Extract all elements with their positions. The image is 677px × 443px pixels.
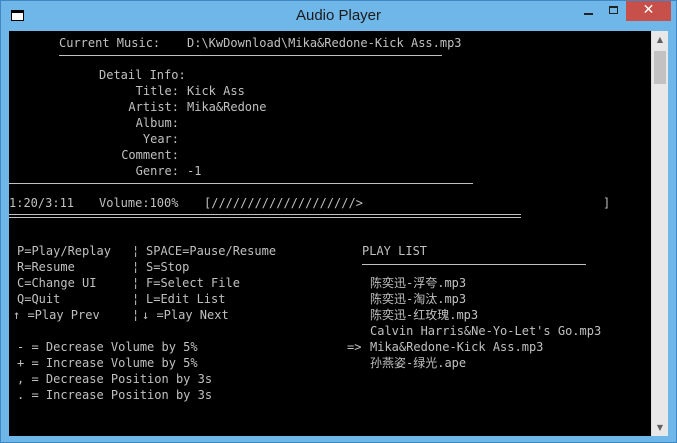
detail-info-header: Detail Info: [99, 68, 186, 82]
minimize-icon [584, 13, 593, 15]
help-play-replay: P=Play/Replay [17, 244, 111, 258]
detail-title-label: Title: [135, 84, 179, 98]
window-title: Audio Player [295, 7, 382, 24]
detail-genre-value: -1 [187, 164, 202, 178]
playlist-item[interactable]: 陈奕迅-浮夸.mp3 [370, 275, 466, 291]
playlist-item[interactable]: 孙燕姿-绿光.ape [370, 355, 466, 371]
app-window: Audio Player ✕ Current Music: D:\KwDownl… [0, 0, 677, 443]
help-separator: ¦ [132, 260, 140, 274]
help-decrease-position: , = Decrease Position by 3s [17, 372, 213, 386]
minimize-button[interactable] [576, 1, 602, 21]
close-button[interactable]: ✕ [626, 1, 671, 21]
help-play-prev: ↑ =Play Prev [13, 308, 100, 322]
maximize-icon [609, 6, 618, 14]
help-separator: ¦ [132, 308, 140, 322]
volume-level: Volume:100% [99, 196, 179, 210]
progress-bar: [////////////////////> [204, 196, 363, 210]
current-music-path: D:\KwDownload\Mika&Redone-Kick Ass.mp3 [187, 36, 462, 50]
playlist-item[interactable]: 陈奕迅-红玫瑰.mp3 [370, 307, 478, 323]
scroll-down-icon[interactable]: ▼ [652, 419, 668, 436]
help-decrease-volume: - = Decrease Volume by 5% [17, 340, 198, 354]
detail-title-value: Kick Ass [187, 84, 245, 98]
playlist-divider [362, 264, 586, 265]
playback-time: 1:20/3:11 [9, 196, 75, 210]
help-pause-resume: SPACE=Pause/Resume [146, 244, 277, 258]
scrollbar-thumb[interactable] [654, 51, 666, 84]
playlist-header: PLAY LIST [362, 244, 428, 258]
help-select-file: F=Select File [146, 276, 240, 290]
help-edit-list: L=Edit List [146, 292, 226, 306]
help-play-next: ↓ =Play Next [142, 308, 229, 322]
help-increase-position: . = Increase Position by 3s [17, 388, 213, 402]
detail-artist-label: Artist: [128, 100, 179, 114]
console-area[interactable]: Current Music: D:\KwDownload\Mika&Redone… [9, 31, 651, 436]
divider-status-top [9, 183, 473, 184]
detail-year-label: Year: [142, 132, 179, 146]
help-resume: R=Resume [17, 260, 75, 274]
current-track-marker: => [347, 340, 362, 354]
help-separator: ¦ [132, 244, 140, 258]
title-bar[interactable]: Audio Player ✕ [1, 1, 676, 31]
progress-bar-end: ] [603, 196, 611, 210]
playlist-item[interactable]: 陈奕迅-淘汰.mp3 [370, 291, 466, 307]
divider-status-bottom [9, 214, 521, 218]
scroll-up-icon[interactable]: ▲ [652, 31, 668, 48]
help-separator: ¦ [132, 276, 140, 290]
detail-album-label: Album: [135, 116, 179, 130]
help-stop: S=Stop [146, 260, 190, 274]
detail-comment-label: Comment: [121, 148, 179, 162]
vertical-scrollbar[interactable]: ▲ ▼ [651, 31, 668, 436]
detail-genre-label: Genre: [135, 164, 179, 178]
help-change-ui: C=Change UI [17, 276, 97, 290]
playlist-item[interactable]: Calvin Harris&Ne-Yo-Let's Go.mp3 [370, 323, 601, 339]
help-quit: Q=Quit [17, 292, 61, 306]
help-increase-volume: + = Increase Volume by 5% [17, 356, 198, 370]
playlist-item-current[interactable]: Mika&Redone-Kick Ass.mp3 [370, 339, 543, 355]
maximize-button[interactable] [601, 1, 627, 21]
divider-top [59, 55, 442, 56]
current-music-label: Current Music: [59, 36, 161, 50]
help-separator: ¦ [132, 292, 140, 306]
detail-artist-value: Mika&Redone [187, 100, 267, 114]
close-icon: ✕ [642, 2, 655, 18]
